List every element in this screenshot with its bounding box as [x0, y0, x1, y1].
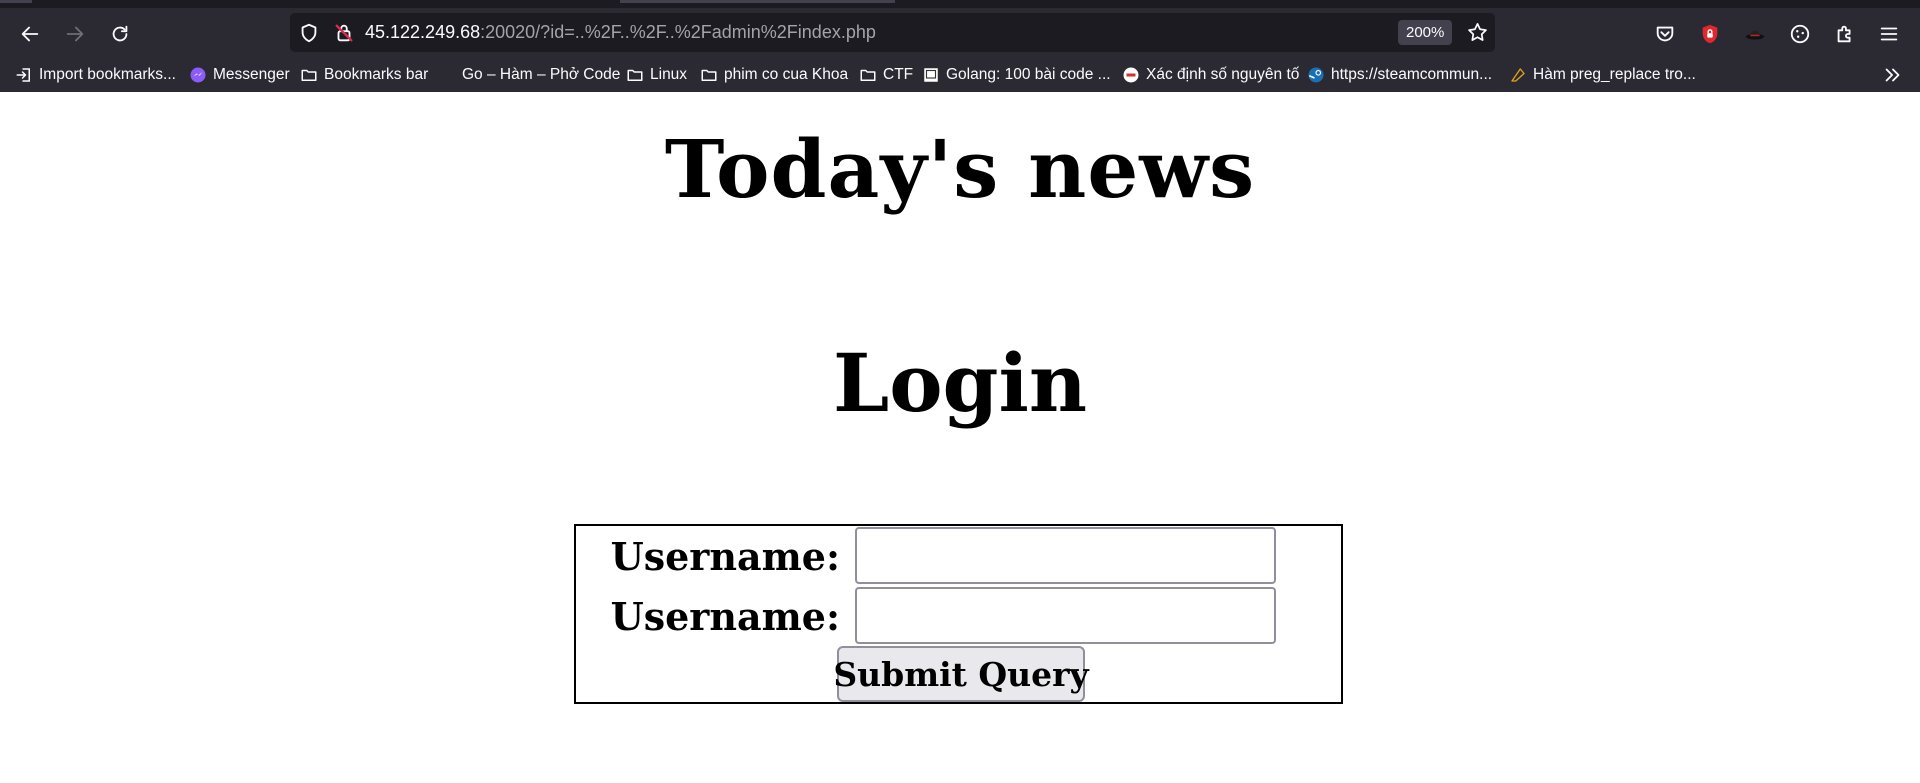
star-icon	[1468, 23, 1487, 41]
url-text[interactable]: 45.122.249.68:20020/?id=..%2F..%2F..%2Fa…	[365, 22, 876, 43]
login-form: Username: Username: Submit Query	[574, 524, 1343, 704]
username-input[interactable]	[855, 527, 1276, 584]
bookmark-label: Hàm preg_replace tro...	[1533, 66, 1696, 83]
extension-shield-button[interactable]	[1695, 19, 1725, 49]
insecure-lock-icon[interactable]	[332, 21, 356, 45]
steam-icon	[1307, 66, 1325, 84]
extensions-button[interactable]	[1830, 19, 1860, 49]
bookmark-label: Go – Hàm – Phở Code	[462, 66, 621, 83]
messenger-icon	[189, 66, 207, 84]
app-menu-button[interactable]	[1874, 19, 1904, 49]
import-icon	[15, 66, 33, 84]
page-icon	[922, 66, 940, 84]
page-viewport: Today's news Login Username: Username: S…	[0, 92, 1920, 783]
bookmark-label: Linux	[650, 66, 688, 83]
page-title-todays-news: Today's news	[664, 122, 1256, 216]
pocket-icon	[1656, 26, 1674, 42]
bookmark-so-nguyen-to[interactable]: Xác định số nguyên tố	[1122, 63, 1299, 87]
back-button[interactable]	[15, 19, 45, 49]
bookmark-folder-bookmarks-bar[interactable]: Bookmarks bar	[300, 63, 428, 87]
zoom-level-badge[interactable]: 200%	[1398, 20, 1453, 45]
puzzle-icon	[1837, 25, 1851, 43]
bookmark-star-button[interactable]	[1465, 20, 1490, 45]
site-icon	[1122, 66, 1140, 84]
bookmark-steam[interactable]: https://steamcommun...	[1307, 63, 1492, 87]
url-host: 45.122.249.68	[365, 22, 481, 42]
hat-extension-button[interactable]	[1740, 19, 1770, 49]
tracking-protection-shield-icon[interactable]	[297, 21, 321, 45]
navigation-toolbar: 45.122.249.68:20020/?id=..%2F..%2F..%2Fa…	[0, 8, 1920, 57]
folder-icon	[859, 66, 877, 84]
bookmark-folder-linux[interactable]: Linux	[626, 63, 687, 87]
bookmark-label: CTF	[883, 66, 914, 83]
bookmark-go-pho-code[interactable]: Go – Hàm – Phở Code	[438, 63, 620, 87]
bookmark-messenger[interactable]: Messenger	[189, 63, 290, 87]
bookmark-label: Messenger	[213, 66, 290, 83]
tab-active[interactable]	[620, 0, 895, 3]
bookmark-label: https://steamcommun...	[1331, 66, 1493, 83]
php-icon	[1509, 66, 1527, 84]
bookmark-folder-ctf[interactable]: CTF	[859, 63, 913, 87]
url-path: :20020/?id=..%2F..%2F..%2Fadmin%2Findex.…	[480, 22, 876, 42]
bookmark-label: phim co cua Khoa	[724, 66, 849, 83]
bookmark-import[interactable]: Import bookmarks...	[15, 63, 176, 87]
folder-icon	[700, 66, 718, 84]
bookmarks-overflow-button[interactable]	[1882, 65, 1904, 85]
bookmark-label: Bookmarks bar	[324, 66, 429, 83]
login-heading: Login	[832, 336, 1088, 430]
submit-query-button[interactable]: Submit Query	[833, 646, 1089, 702]
password-label: Username:	[610, 594, 840, 639]
username-label: Username:	[610, 534, 840, 579]
bookmark-golang[interactable]: Golang: 100 bài code ...	[922, 63, 1111, 87]
reload-button[interactable]	[105, 19, 135, 49]
reload-icon	[112, 25, 128, 42]
cookie-extension-button[interactable]	[1785, 19, 1815, 49]
tab[interactable]	[0, 0, 32, 3]
red-shield-lock-icon	[1702, 24, 1718, 44]
double-chevron-right-icon	[1885, 68, 1900, 82]
folder-icon	[626, 66, 644, 84]
hat-icon	[1745, 30, 1765, 40]
cookie-icon	[1790, 24, 1810, 44]
pocket-button[interactable]	[1650, 19, 1680, 49]
bookmark-label: Xác định số nguyên tố	[1146, 66, 1300, 83]
bookmark-label: Import bookmarks...	[39, 66, 176, 83]
arrow-left-icon	[21, 26, 39, 42]
go-icon	[438, 66, 456, 84]
hamburger-menu-icon	[1880, 27, 1898, 41]
bookmark-preg-replace[interactable]: Hàm preg_replace tro...	[1509, 63, 1696, 87]
folder-icon	[300, 66, 318, 84]
username-row-1: Username:	[576, 526, 1341, 586]
arrow-right-icon	[66, 26, 84, 42]
bookmarks-toolbar: Import bookmarks... Messenger Bookmarks …	[0, 57, 1920, 92]
bookmark-folder-phim[interactable]: phim co cua Khoa	[700, 63, 848, 87]
bookmark-label: Golang: 100 bài code ...	[946, 66, 1111, 83]
address-bar[interactable]: 45.122.249.68:20020/?id=..%2F..%2F..%2Fa…	[290, 13, 1495, 52]
tab-strip	[0, 0, 1920, 8]
username-row-2: Username:	[576, 586, 1341, 646]
password-input[interactable]	[855, 587, 1276, 644]
forward-button[interactable]	[60, 19, 90, 49]
